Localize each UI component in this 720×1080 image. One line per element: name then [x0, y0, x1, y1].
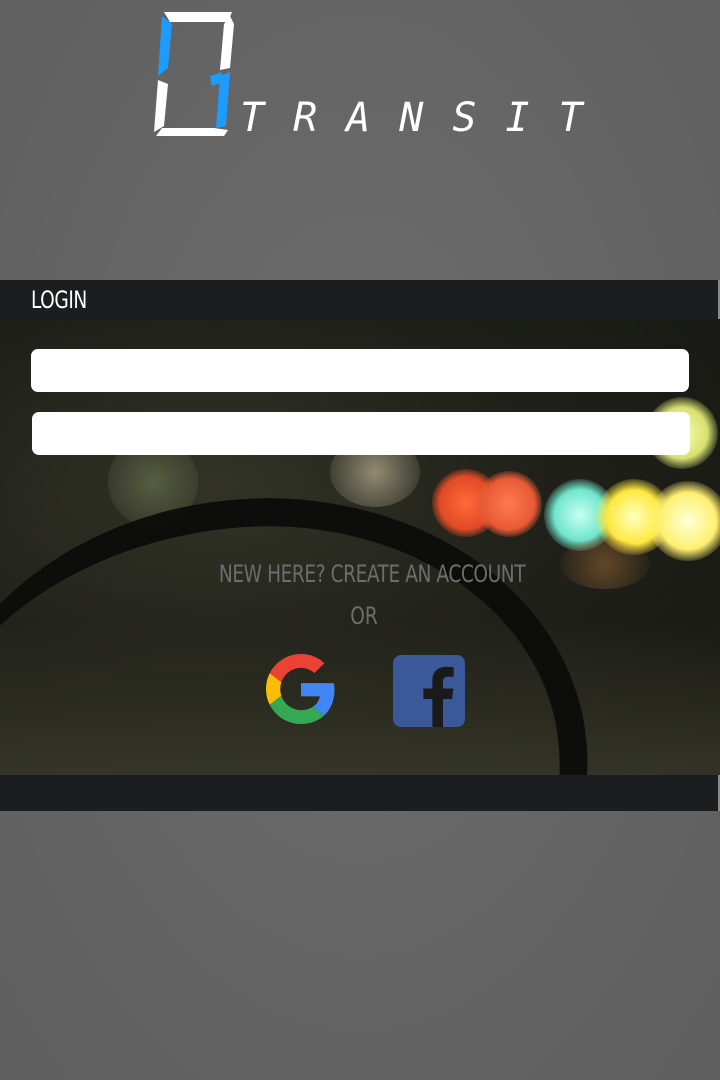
- login-screen: TRANSIT LOGIN NEW HERE? CREATE AN ACCOUN…: [0, 0, 720, 1080]
- or-divider: OR: [0, 601, 720, 631]
- or-label: OR: [350, 602, 378, 630]
- login-title: LOGIN: [31, 286, 87, 314]
- password-field[interactable]: [32, 412, 690, 455]
- google-signin-button[interactable]: [266, 654, 336, 724]
- facebook-icon: [393, 655, 465, 727]
- bokeh-light: [648, 481, 720, 561]
- bokeh-light: [476, 471, 542, 537]
- create-account-label: NEW HERE? CREATE AN ACCOUNT: [219, 560, 526, 588]
- brand-wordmark: TRANSIT: [240, 95, 612, 141]
- login-footer: [0, 775, 720, 811]
- login-panel: NEW HERE? CREATE AN ACCOUNT OR: [0, 319, 720, 775]
- username-field[interactable]: [31, 349, 689, 392]
- google-icon: [266, 654, 335, 724]
- create-account-link[interactable]: NEW HERE? CREATE AN ACCOUNT: [0, 559, 720, 589]
- facebook-signin-button[interactable]: [393, 655, 465, 727]
- digital-01-icon: [154, 12, 234, 136]
- login-header: LOGIN: [0, 280, 720, 319]
